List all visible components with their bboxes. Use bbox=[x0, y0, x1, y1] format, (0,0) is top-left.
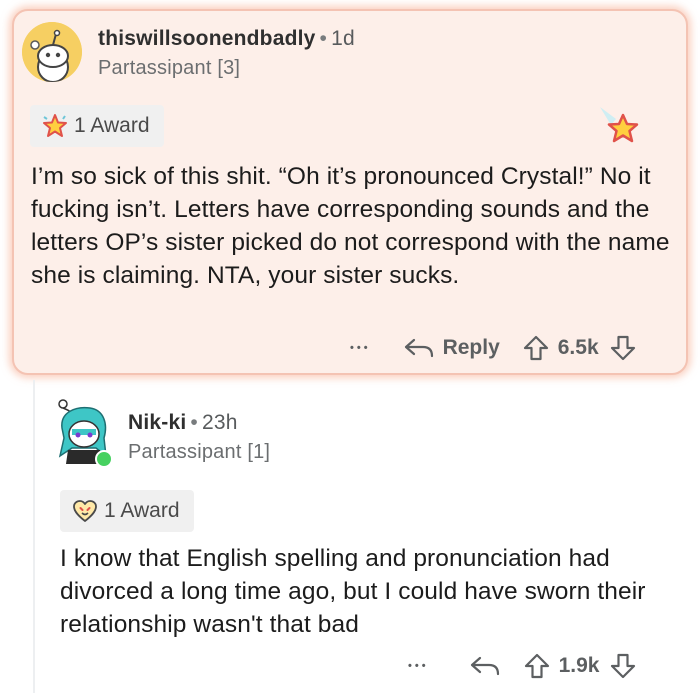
user-avatar[interactable] bbox=[22, 22, 82, 82]
comment-actions: ••• Reply 6.5k bbox=[350, 334, 637, 362]
vote-score: 6.5k bbox=[557, 336, 599, 359]
username-text[interactable]: Nik-ki bbox=[128, 411, 186, 434]
downvote-icon[interactable] bbox=[609, 652, 637, 680]
award-label: 1 Award bbox=[104, 499, 180, 522]
award-badge[interactable]: 1 Award bbox=[60, 490, 194, 532]
reply-arrow-icon bbox=[404, 338, 433, 358]
separator-dot: • bbox=[190, 411, 198, 434]
comment-body: I know that English spelling and pronunc… bbox=[60, 545, 646, 638]
comment-author[interactable]: Nik-ki • 23h bbox=[128, 411, 238, 435]
vote-score: 1.9k bbox=[558, 654, 600, 677]
reply-arrow-icon[interactable] bbox=[469, 654, 501, 678]
upvote-icon[interactable] bbox=[523, 652, 551, 680]
username-text[interactable]: thiswillsoonendbadly bbox=[98, 27, 316, 50]
comment-age: 1d bbox=[331, 27, 355, 50]
user-flair: Partassipant [3] bbox=[98, 57, 241, 79]
shooting-star-icon bbox=[596, 103, 644, 156]
award-badge[interactable]: 1 Award bbox=[30, 105, 164, 147]
comment-age: 23h bbox=[201, 411, 238, 434]
downvote-icon[interactable] bbox=[609, 334, 637, 362]
thread-line[interactable] bbox=[33, 380, 35, 693]
award-label: 1 Award bbox=[74, 114, 150, 137]
star-award-icon bbox=[43, 114, 67, 137]
more-options-button[interactable]: ••• bbox=[408, 660, 429, 672]
reply-button[interactable]: Reply bbox=[403, 336, 500, 360]
more-options-button[interactable]: ••• bbox=[350, 342, 371, 354]
separator-dot: • bbox=[319, 27, 328, 50]
upvote-icon[interactable] bbox=[522, 334, 550, 362]
heart-eyes-award-icon bbox=[73, 500, 97, 522]
reply-label: Reply bbox=[442, 336, 500, 359]
user-flair: Partassipant [1] bbox=[128, 441, 271, 463]
comment-body: I’m so sick of this shit. “Oh it’s prono… bbox=[31, 163, 670, 289]
snoo-avatar-icon bbox=[22, 22, 82, 82]
online-status-dot bbox=[95, 450, 113, 468]
comment-author[interactable]: thiswillsoonendbadly • 1d bbox=[98, 27, 355, 51]
comment-actions: ••• 1.9k bbox=[408, 652, 637, 680]
